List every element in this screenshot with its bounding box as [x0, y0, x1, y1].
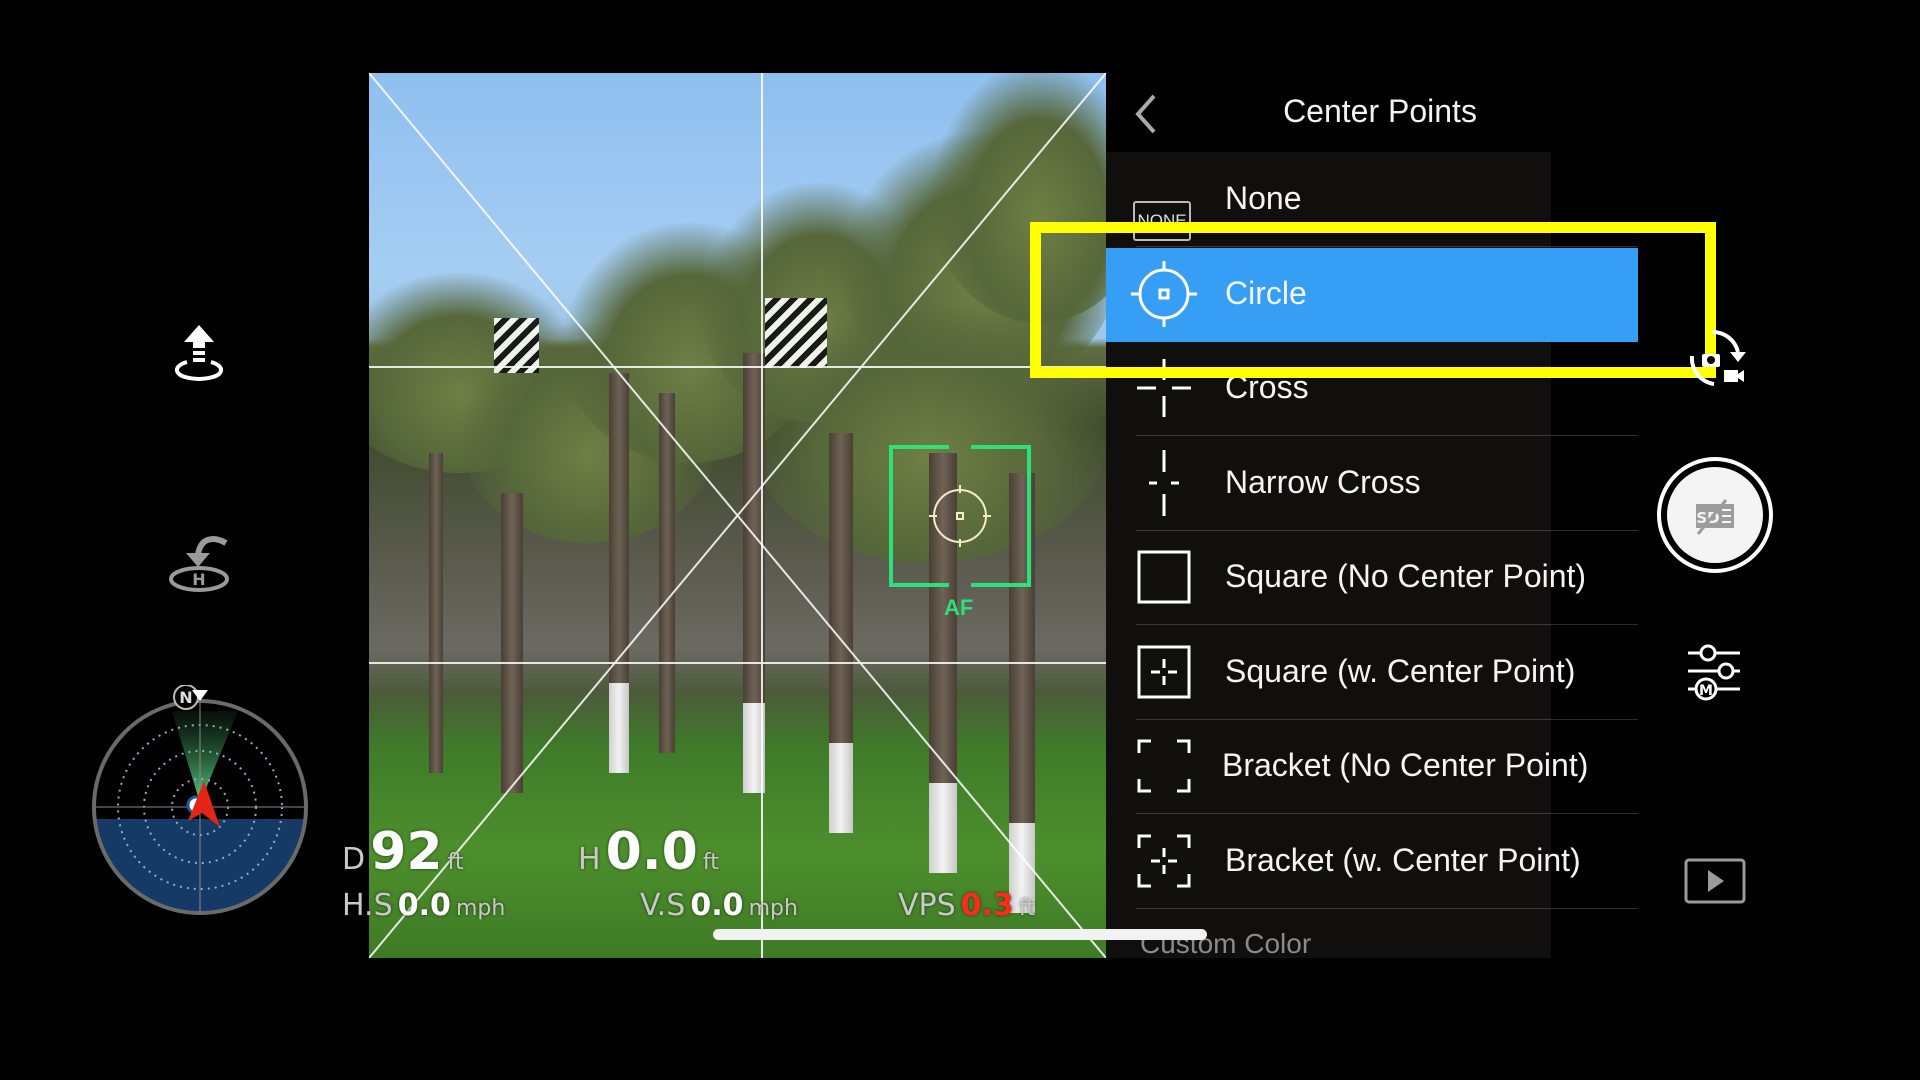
- af-focus-box[interactable]: [889, 445, 1031, 587]
- panel-title: Center Points: [1283, 93, 1477, 129]
- takeoff-icon: [175, 325, 223, 382]
- none-badge-icon: NONE: [1133, 175, 1192, 241]
- option-square-no-center[interactable]: Square (No Center Point): [1106, 531, 1638, 625]
- svg-text:M: M: [1699, 683, 1713, 699]
- option-bracket-no-center[interactable]: Bracket (No Center Point): [1106, 720, 1638, 814]
- option-label: Narrow Cross: [1225, 464, 1421, 500]
- vertical-speed-readout: V.S 0.0 mph: [640, 888, 798, 923]
- vps-readout: VPS 0.3 ft: [898, 888, 1035, 923]
- radar-compass: N: [88, 685, 314, 915]
- circle-reticle-overlay: [929, 485, 991, 547]
- takeoff-button[interactable]: [168, 322, 230, 384]
- back-button[interactable]: [1130, 92, 1164, 136]
- return-to-home-icon: H: [169, 536, 229, 592]
- photo-video-switch-button[interactable]: [1684, 326, 1754, 390]
- square-reticle-icon: [1134, 550, 1192, 604]
- option-label: Square (No Center Point): [1225, 558, 1587, 594]
- distance-readout: D 92 ft: [342, 822, 464, 882]
- chevron-left-icon: [1135, 94, 1156, 134]
- shutter-button[interactable]: SD: [1656, 456, 1774, 574]
- option-label: Square (w. Center Point): [1225, 653, 1576, 689]
- playback-icon: [1684, 858, 1746, 904]
- camera-settings-button[interactable]: M: [1686, 643, 1742, 703]
- camera-settings-icon: M: [1688, 644, 1740, 701]
- option-label: Bracket (No Center Point): [1222, 747, 1589, 783]
- home-indicator-bar[interactable]: [713, 929, 1207, 940]
- option-label: None: [1225, 180, 1302, 216]
- option-narrow-cross[interactable]: Narrow Cross: [1106, 437, 1638, 531]
- annotation-highlight-box: [1030, 222, 1716, 378]
- option-label: Bracket (w. Center Point): [1225, 842, 1581, 878]
- narrow-cross-reticle-icon: [1134, 450, 1192, 516]
- vps-value: 0.3: [960, 888, 1014, 923]
- option-bracket-with-center[interactable]: Bracket (w. Center Point): [1106, 815, 1638, 909]
- horizontal-speed-readout: H.S 0.0 mph: [342, 888, 506, 923]
- camera-live-view[interactable]: AF: [369, 73, 1106, 958]
- photo-video-switch-icon: [1689, 329, 1746, 386]
- square-center-reticle-icon: [1134, 645, 1192, 699]
- playback-button[interactable]: [1684, 858, 1746, 904]
- option-square-with-center[interactable]: Square (w. Center Point): [1106, 626, 1638, 720]
- af-label: AF: [944, 595, 974, 620]
- bracket-center-reticle-icon: [1134, 834, 1192, 888]
- return-to-home-button[interactable]: H: [168, 533, 230, 595]
- north-label: N: [179, 688, 192, 707]
- svg-text:H: H: [192, 570, 205, 589]
- bracket-reticle-icon: [1134, 739, 1192, 793]
- height-readout: H 0.0 ft: [578, 822, 719, 882]
